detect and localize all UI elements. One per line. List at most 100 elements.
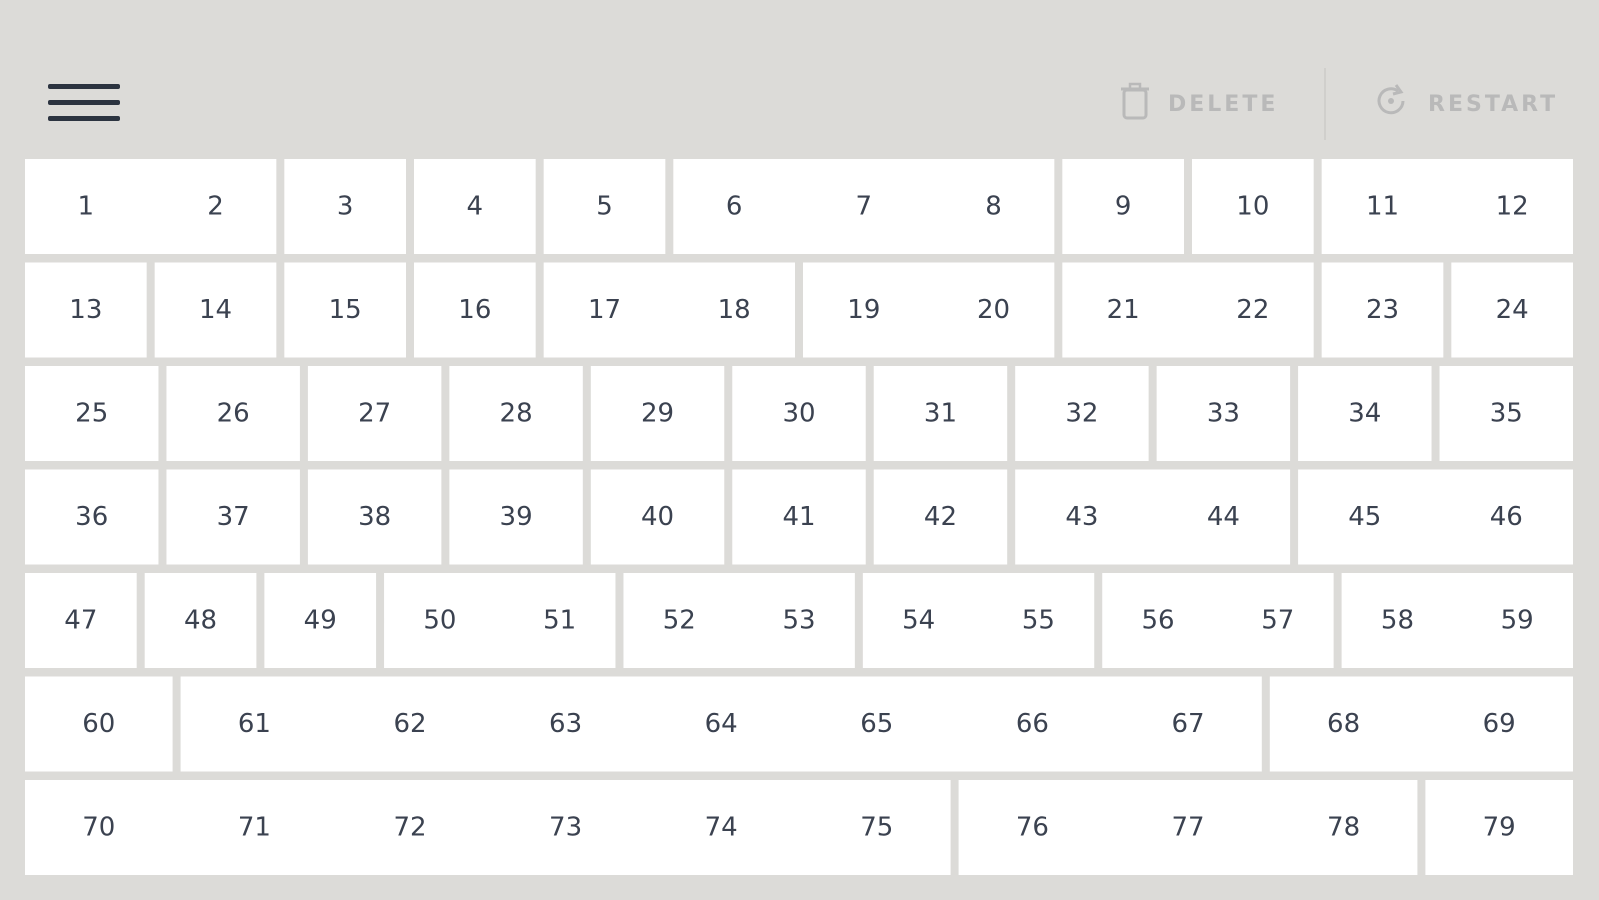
tile-69[interactable]: 69 [1411, 676, 1573, 772]
tile-53[interactable]: 53 [729, 573, 855, 668]
tile-label: 13 [69, 295, 102, 325]
tile-label: 23 [1366, 295, 1399, 325]
tile-71[interactable]: 71 [166, 780, 343, 875]
tile-label: 4 [467, 192, 484, 222]
tile-77[interactable]: 77 [1100, 780, 1276, 875]
tile-label: 77 [1171, 813, 1204, 843]
tile-27[interactable]: 27 [307, 366, 442, 461]
tile-16[interactable]: 16 [414, 262, 536, 358]
tile-51[interactable]: 51 [489, 573, 616, 668]
tile-21[interactable]: 21 [1062, 262, 1198, 358]
tile-75[interactable]: 75 [789, 780, 951, 875]
tile-3[interactable]: 3 [284, 159, 406, 254]
tile-label: 48 [184, 606, 217, 636]
tile-4[interactable]: 4 [414, 159, 536, 254]
tile-label: 60 [82, 709, 115, 739]
tile-32[interactable]: 32 [1015, 366, 1149, 461]
tile-36[interactable]: 36 [25, 469, 159, 565]
tile-73[interactable]: 73 [477, 780, 654, 875]
tile-17[interactable]: 17 [543, 262, 680, 358]
tile-64[interactable]: 64 [633, 676, 809, 772]
tile-label: 29 [641, 399, 674, 429]
tile-label: 30 [782, 399, 815, 429]
tile-13[interactable]: 13 [25, 262, 147, 358]
tile-68[interactable]: 68 [1269, 676, 1432, 772]
tile-61[interactable]: 61 [180, 676, 343, 772]
tile-60[interactable]: 60 [25, 676, 173, 772]
tile-38[interactable]: 38 [307, 469, 442, 565]
tile-41[interactable]: 41 [732, 469, 866, 565]
tile-label: 62 [393, 709, 426, 739]
tile-67[interactable]: 67 [1100, 676, 1262, 772]
tile-65[interactable]: 65 [789, 676, 965, 772]
tile-9[interactable]: 9 [1062, 159, 1184, 254]
tile-label: 18 [718, 295, 751, 325]
tile-11[interactable]: 11 [1321, 159, 1458, 254]
tile-label: 78 [1327, 813, 1360, 843]
tile-45[interactable]: 45 [1298, 469, 1446, 565]
tile-6[interactable]: 6 [673, 159, 809, 254]
tile-label: 47 [64, 606, 97, 636]
tile-1[interactable]: 1 [25, 159, 161, 254]
tile-19[interactable]: 19 [803, 262, 939, 358]
tile-12[interactable]: 12 [1437, 159, 1573, 254]
tile-52[interactable]: 52 [623, 573, 750, 668]
tile-15[interactable]: 15 [284, 262, 406, 358]
tile-label: 21 [1107, 295, 1140, 325]
tile-23[interactable]: 23 [1321, 262, 1444, 358]
tile-5[interactable]: 5 [543, 159, 666, 254]
tile-34[interactable]: 34 [1298, 366, 1432, 461]
tile-25[interactable]: 25 [25, 366, 159, 461]
tile-55[interactable]: 55 [968, 573, 1095, 668]
tile-label: 15 [329, 295, 362, 325]
tile-35[interactable]: 35 [1439, 366, 1573, 461]
tile-74[interactable]: 74 [633, 780, 809, 875]
tile-10[interactable]: 10 [1192, 159, 1314, 254]
tile-57[interactable]: 57 [1207, 573, 1334, 668]
tile-49[interactable]: 49 [264, 573, 377, 668]
tile-20[interactable]: 20 [918, 262, 1055, 358]
tile-42[interactable]: 42 [873, 469, 1008, 565]
tile-79[interactable]: 79 [1425, 780, 1573, 875]
tile-label: 52 [663, 606, 696, 636]
tile-39[interactable]: 39 [449, 469, 583, 565]
tile-44[interactable]: 44 [1142, 469, 1291, 565]
tile-50[interactable]: 50 [384, 573, 510, 668]
tile-29[interactable]: 29 [590, 366, 725, 461]
tile-label: 31 [924, 399, 957, 429]
tile-48[interactable]: 48 [144, 573, 257, 668]
tile-47[interactable]: 47 [25, 573, 137, 668]
tile-62[interactable]: 62 [322, 676, 498, 772]
tile-43[interactable]: 43 [1015, 469, 1163, 565]
tile-40[interactable]: 40 [590, 469, 725, 565]
tile-66[interactable]: 66 [944, 676, 1121, 772]
tile-18[interactable]: 18 [659, 262, 795, 358]
tile-label: 37 [217, 502, 250, 532]
tile-24[interactable]: 24 [1451, 262, 1573, 358]
tile-22[interactable]: 22 [1178, 262, 1314, 358]
tile-26[interactable]: 26 [166, 366, 300, 461]
tile-33[interactable]: 33 [1156, 366, 1291, 461]
tile-37[interactable]: 37 [166, 469, 300, 565]
tile-label: 72 [393, 813, 426, 843]
tile-7[interactable]: 7 [789, 159, 939, 254]
tile-label: 6 [726, 192, 743, 222]
tile-31[interactable]: 31 [873, 366, 1008, 461]
tile-70[interactable]: 70 [25, 780, 187, 875]
tile-28[interactable]: 28 [449, 366, 583, 461]
tile-78[interactable]: 78 [1255, 780, 1418, 875]
tile-58[interactable]: 58 [1341, 573, 1468, 668]
tile-2[interactable]: 2 [140, 159, 277, 254]
tile-8[interactable]: 8 [918, 159, 1055, 254]
tile-label: 56 [1142, 606, 1175, 636]
tile-63[interactable]: 63 [477, 676, 654, 772]
tile-72[interactable]: 72 [322, 780, 498, 875]
tile-76[interactable]: 76 [958, 780, 1121, 875]
tile-label: 44 [1207, 502, 1240, 532]
tile-label: 12 [1496, 192, 1529, 222]
tile-30[interactable]: 30 [732, 366, 866, 461]
tile-46[interactable]: 46 [1425, 469, 1573, 565]
tile-59[interactable]: 59 [1447, 573, 1573, 668]
tile-14[interactable]: 14 [154, 262, 277, 358]
tile-label: 66 [1016, 709, 1049, 739]
